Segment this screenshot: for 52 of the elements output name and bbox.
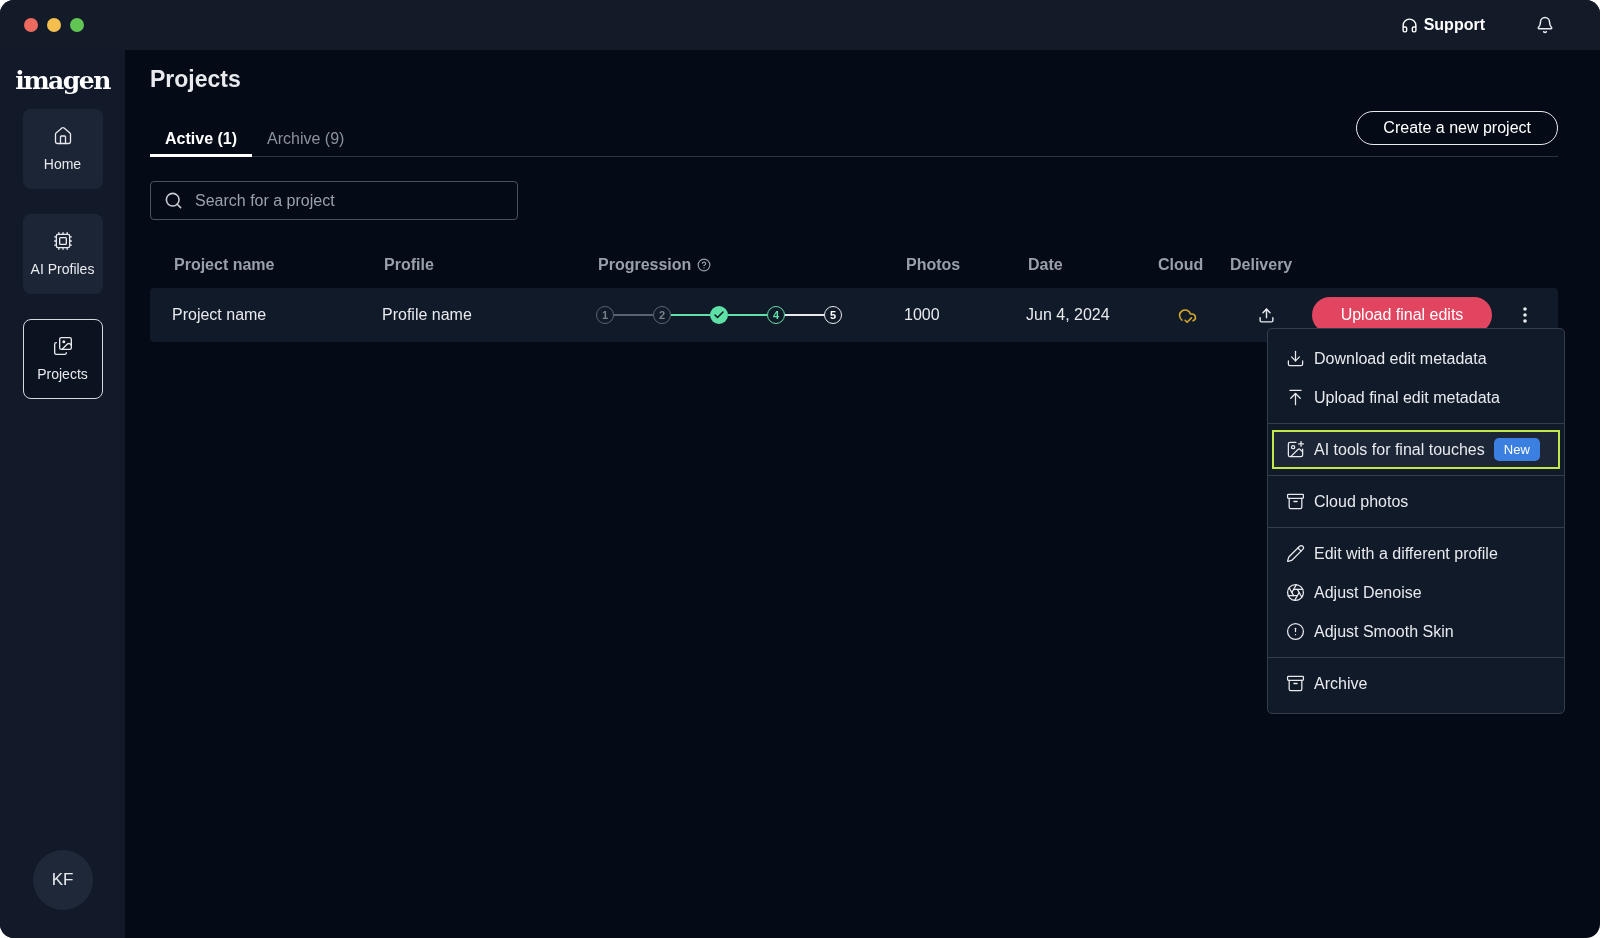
avatar[interactable]: KF bbox=[32, 850, 93, 910]
archive-icon bbox=[1286, 674, 1305, 693]
page-title: Projects bbox=[150, 66, 242, 93]
sidebar-item[interactable]: Projects bbox=[22, 319, 103, 399]
tab[interactable]: Active (1) bbox=[150, 130, 253, 157]
table-row[interactable]: Project name Profile name 1 2 4 5 1000 Jun 4, 2024 Upload final edits bbox=[150, 288, 1558, 342]
menu-item[interactable]: Download edit metadata bbox=[1272, 339, 1560, 378]
aperture-icon bbox=[1286, 583, 1305, 602]
menu-item[interactable]: AI tools for final touches New bbox=[1272, 430, 1560, 469]
support-link[interactable]: Support bbox=[1400, 16, 1485, 34]
table-cell-text: Jun 4, 2024 bbox=[1026, 306, 1111, 324]
chip-icon bbox=[52, 231, 73, 251]
new-badge: New bbox=[1493, 438, 1540, 461]
more-menu-button[interactable] bbox=[1521, 305, 1529, 325]
tab[interactable]: Archive (9) bbox=[252, 130, 360, 157]
sidebar-item[interactable]: AI Profiles bbox=[22, 214, 103, 294]
window-control[interactable] bbox=[47, 18, 61, 32]
pictures-icon bbox=[52, 336, 73, 356]
table-cell-text: 1000 bbox=[904, 306, 941, 324]
menu-item[interactable]: Adjust Denoise bbox=[1272, 573, 1560, 612]
column-header: Cloud bbox=[1158, 256, 1205, 274]
upload-icon bbox=[1286, 388, 1305, 407]
pencil-icon bbox=[1286, 544, 1305, 563]
search-field[interactable]: Search for a project bbox=[150, 181, 518, 220]
logo: imagen bbox=[15, 66, 110, 95]
menu-item[interactable]: Archive bbox=[1272, 664, 1560, 703]
column-header: Profile bbox=[384, 256, 435, 274]
column-header: Date bbox=[1028, 256, 1064, 274]
menu-item[interactable]: Adjust Smooth Skin bbox=[1272, 612, 1560, 651]
column-header: Project name bbox=[174, 256, 276, 274]
search-icon bbox=[164, 191, 183, 210]
window-control[interactable] bbox=[70, 18, 84, 32]
help-icon[interactable] bbox=[697, 258, 712, 272]
menu-item[interactable]: Upload final edit metadata bbox=[1272, 378, 1560, 417]
window-control[interactable] bbox=[24, 18, 38, 32]
headset-icon bbox=[1400, 16, 1418, 34]
menu-item[interactable]: Edit with a different profile bbox=[1272, 534, 1560, 573]
column-header: Progression bbox=[598, 256, 692, 274]
picture-icon bbox=[1286, 440, 1305, 459]
upload-icon[interactable] bbox=[1258, 306, 1275, 324]
table-cell-text: Profile name bbox=[382, 306, 473, 324]
bell-icon[interactable] bbox=[1536, 16, 1554, 34]
more-icon bbox=[1523, 307, 1527, 323]
archive-icon bbox=[1286, 492, 1305, 511]
table-cell-text: Project name bbox=[172, 306, 268, 324]
circle-icon bbox=[1286, 622, 1305, 641]
home-icon bbox=[52, 126, 73, 146]
download-icon bbox=[1286, 349, 1305, 368]
menu-item[interactable]: Cloud photos bbox=[1272, 482, 1560, 521]
column-header: Photos bbox=[906, 256, 962, 274]
sidebar-item[interactable]: Home bbox=[22, 109, 103, 189]
column-header: Delivery bbox=[1230, 256, 1294, 274]
